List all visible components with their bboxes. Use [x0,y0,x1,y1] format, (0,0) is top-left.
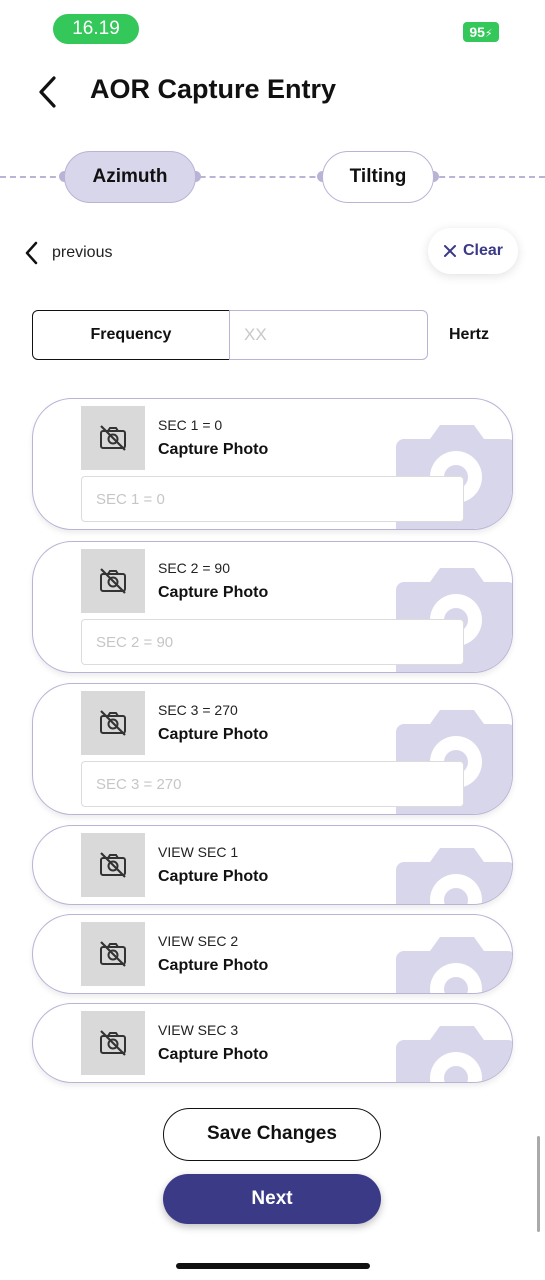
sec-label: VIEW SEC 1 [158,844,239,860]
camera-icon [396,937,512,993]
back-arrow-icon [39,76,56,108]
scrollbar[interactable] [537,1136,540,1232]
sec-input[interactable] [81,476,464,522]
no-photo-icon [100,568,126,594]
capture-photo-label[interactable]: Capture Photo [158,957,268,975]
sec-label: SEC 3 = 270 [158,702,238,718]
status-time: 16.19 [53,14,139,44]
frequency-label: Frequency [32,310,230,360]
photo-thumbnail[interactable] [81,922,145,986]
capture-card-sec-2: SEC 2 = 90 Capture Photo [32,541,513,673]
photo-thumbnail[interactable] [81,833,145,897]
previous-button[interactable]: previous [22,238,112,268]
no-photo-icon [100,1030,126,1056]
previous-label: previous [52,244,113,261]
capture-card-view-sec-3: VIEW SEC 3 Capture Photo [32,1003,513,1083]
sec-label: SEC 2 = 90 [158,560,230,576]
capture-card-sec-1: SEC 1 = 0 Capture Photo [32,398,513,530]
battery-level: 95 [469,24,485,40]
back-button[interactable] [32,72,68,112]
next-button[interactable]: Next [163,1174,381,1224]
home-indicator [176,1263,370,1269]
no-photo-icon [100,941,126,967]
capture-card-view-sec-2: VIEW SEC 2 Capture Photo [32,914,513,994]
sec-label: VIEW SEC 2 [158,933,239,949]
photo-thumbnail[interactable] [81,1011,145,1075]
capture-card-view-sec-1: VIEW SEC 1 Capture Photo [32,825,513,905]
camera-icon [396,1026,512,1082]
photo-thumbnail[interactable] [81,406,145,470]
save-changes-button[interactable]: Save Changes [163,1108,381,1161]
capture-photo-label[interactable]: Capture Photo [158,584,268,602]
close-icon [443,245,456,257]
sec-label: SEC 1 = 0 [158,417,223,433]
capture-photo-label[interactable]: Capture Photo [158,441,268,459]
sec-input[interactable] [81,761,464,807]
no-photo-icon [100,425,126,451]
capture-photo-label[interactable]: Capture Photo [158,726,268,744]
frequency-input[interactable] [229,310,428,360]
capture-photo-label[interactable]: Capture Photo [158,1046,268,1064]
chevron-left-icon [25,241,38,265]
no-photo-icon [100,852,126,878]
photo-thumbnail[interactable] [81,691,145,755]
clear-button[interactable]: Clear [428,228,518,274]
step-tilting[interactable]: Tilting [322,151,434,203]
capture-photo-label[interactable]: Capture Photo [158,868,268,886]
step-azimuth[interactable]: Azimuth [64,151,196,203]
capture-card-sec-3: SEC 3 = 270 Capture Photo [32,683,513,815]
frequency-unit: Hertz [449,326,490,343]
camera-icon [396,848,512,904]
page-title: AOR Capture Entry [90,74,337,104]
photo-thumbnail[interactable] [81,549,145,613]
sec-input[interactable] [81,619,464,665]
sec-label: VIEW SEC 3 [158,1022,239,1038]
battery-icon: 95⚡ [463,22,499,42]
no-photo-icon [100,710,126,736]
clear-label: Clear [462,242,504,259]
